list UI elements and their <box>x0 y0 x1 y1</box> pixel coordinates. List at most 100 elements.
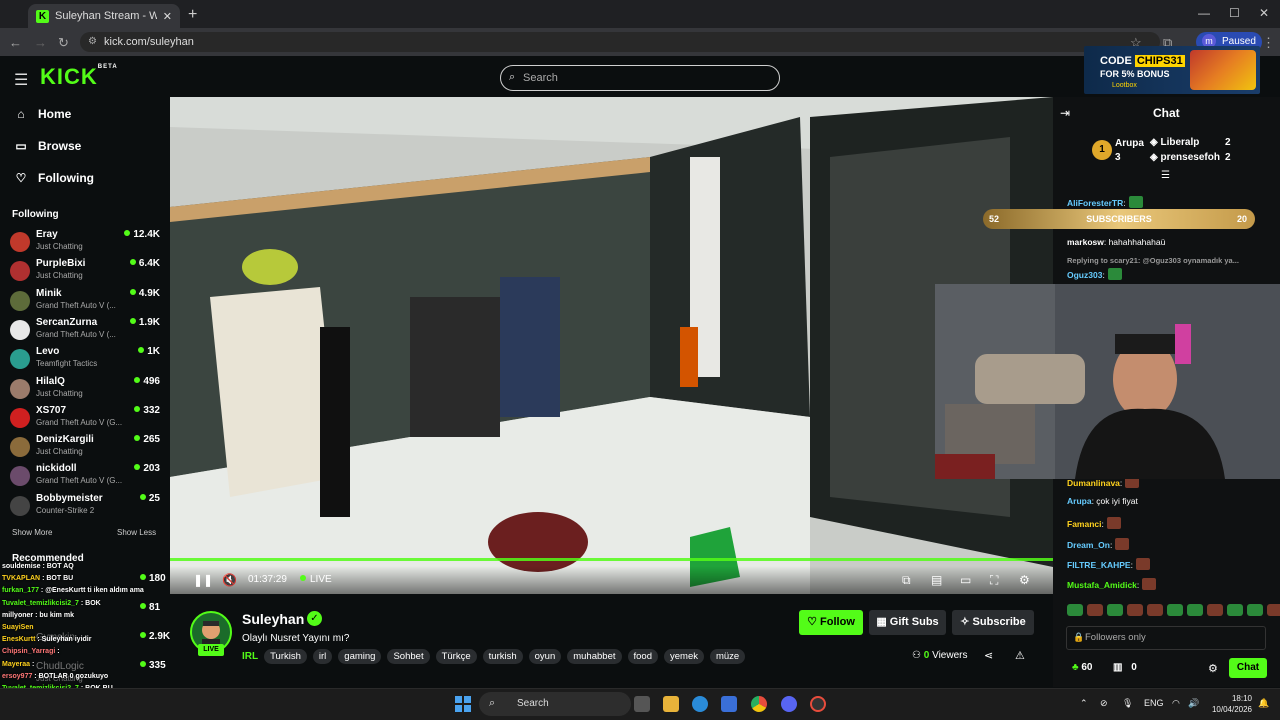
new-tab-icon[interactable]: + <box>188 6 197 24</box>
settings-gear-icon[interactable]: ⚙ <box>1019 573 1030 587</box>
task-view-icon[interactable] <box>634 696 650 712</box>
following-item[interactable]: nickidoll Grand Theft Auto V (G... 203 <box>10 463 160 491</box>
report-icon[interactable]: ⚠ <box>1015 649 1025 662</box>
chat-send-button[interactable]: Chat <box>1229 658 1267 678</box>
chat-username[interactable]: FILTRE_KAHPE <box>1067 560 1131 570</box>
following-item[interactable]: Eray Just Chatting 12.4K <box>10 229 160 257</box>
expand-leaderboard-icon[interactable]: ☰ <box>1161 170 1170 181</box>
search-input[interactable]: Search <box>500 65 780 91</box>
taskbar-search[interactable]: Search <box>479 692 631 716</box>
following-item[interactable]: DenizKargili Just Chatting 265 <box>10 434 160 462</box>
tag-chip[interactable]: food <box>627 649 658 664</box>
category-link[interactable]: IRL <box>242 651 258 662</box>
following-item[interactable]: XS707 Grand Theft Auto V (G... 332 <box>10 405 160 433</box>
gift-subs-button[interactable]: ▦ Gift Subs <box>869 610 946 635</box>
following-item[interactable]: SercanZurna Grand Theft Auto V (... 1.9K <box>10 317 160 345</box>
wifi-icon[interactable]: ◠ <box>1172 698 1180 709</box>
show-less-button[interactable]: Show Less <box>117 528 156 537</box>
kick-logo[interactable]: KICKBETA <box>40 64 118 90</box>
stream-tags: IRL Turkish irl gaming Sohbet Türkçe turkish oy… <box>242 649 746 664</box>
file-explorer-icon[interactable] <box>663 696 679 712</box>
following-item[interactable]: HilalQ Just Chatting 496 <box>10 376 160 404</box>
app-icon[interactable] <box>810 696 826 712</box>
back-icon[interactable]: ← <box>9 35 22 50</box>
address-bar[interactable]: kick.com/suleyhan <box>80 32 1160 52</box>
video-progress-bar[interactable] <box>170 558 1053 561</box>
chat-username[interactable]: markosw <box>1067 237 1104 247</box>
clip-icon[interactable]: ▤ <box>931 573 942 587</box>
show-more-button[interactable]: Show More <box>12 528 52 537</box>
microphone-icon[interactable]: 🎙 <box>1122 698 1133 709</box>
tag-chip[interactable]: Sohbet <box>387 649 430 664</box>
chat-username[interactable]: Arupa <box>1067 496 1092 506</box>
subscribe-button[interactable]: ✧ Subscribe <box>952 610 1034 635</box>
chat-username[interactable]: Oguz303 <box>1067 270 1102 280</box>
channel-name[interactable]: Suleyhan <box>242 611 304 627</box>
fullscreen-icon[interactable]: ⛶ <box>990 573 998 588</box>
maximize-icon[interactable]: ☐ <box>1229 6 1240 20</box>
mute-icon[interactable]: 🔇 <box>222 573 237 587</box>
forward-icon[interactable]: → <box>34 35 47 50</box>
close-window-icon[interactable]: ✕ <box>1259 6 1269 20</box>
chat-username[interactable]: Replying to scary21: @Oguz303 oynamadık … <box>1067 256 1239 265</box>
leaderboard-name[interactable]: ◈ Liberalp <box>1150 137 1199 148</box>
emote-bar[interactable] <box>1067 604 1280 616</box>
discord-icon[interactable] <box>781 696 797 712</box>
tag-chip[interactable]: irl <box>312 649 333 664</box>
store-icon[interactable] <box>721 696 737 712</box>
notification-icon[interactable]: 🔔 <box>1258 698 1269 709</box>
pause-icon[interactable]: ❚❚ <box>193 573 213 587</box>
emote-icon <box>1115 538 1130 550</box>
share-icon[interactable]: ⋖ <box>984 649 993 662</box>
start-icon[interactable] <box>455 696 471 712</box>
language-indicator[interactable]: ENG <box>1144 698 1164 708</box>
chat-input[interactable]: Followers only <box>1066 626 1266 650</box>
nav-following[interactable]: ♡ Following <box>14 171 94 185</box>
collapse-chat-icon[interactable]: ⇥ <box>1060 106 1070 120</box>
follow-button[interactable]: ♡ Follow <box>799 610 863 635</box>
following-item[interactable]: Minik Grand Theft Auto V (... 4.9K <box>10 288 160 316</box>
chat-username[interactable]: Dream_On <box>1067 540 1110 550</box>
gifts-count[interactable]: ▥ 0 <box>1113 662 1137 673</box>
minimize-icon[interactable]: — <box>1198 6 1210 20</box>
pip-icon[interactable]: ⧉ <box>902 573 911 588</box>
following-item[interactable]: Bobbymeister Counter-Strike 2 25 <box>10 493 160 521</box>
tag-chip[interactable]: muhabbet <box>567 649 622 664</box>
chat-username[interactable]: AliForesterTR <box>1067 198 1123 208</box>
tag-chip[interactable]: oyun <box>528 649 562 664</box>
site-info-icon[interactable]: ⚙ <box>88 36 97 47</box>
video-player[interactable] <box>170 97 1053 594</box>
browser-menu-icon[interactable]: ⋮ <box>1262 35 1275 51</box>
tag-chip[interactable]: Turkish <box>264 649 307 664</box>
chat-username[interactable]: Mustafa_Amidick <box>1067 580 1137 590</box>
following-item[interactable]: PurpleBixi Just Chatting 6.4K <box>10 258 160 286</box>
tag-chip[interactable]: yemek <box>664 649 704 664</box>
close-tab-icon[interactable]: ✕ <box>163 10 172 23</box>
edge-icon[interactable] <box>692 696 708 712</box>
tag-chip[interactable]: turkish <box>482 649 523 664</box>
chrome-icon[interactable] <box>751 696 767 712</box>
recommended-name[interactable]: ChudLogic <box>36 661 84 672</box>
reload-icon[interactable]: ↻ <box>58 35 69 51</box>
taskbar-clock[interactable]: 18:10 10/04/2026 <box>1208 693 1252 715</box>
leaderboard-name[interactable]: ◈ prensesefoh <box>1150 152 1220 163</box>
volume-icon[interactable]: 🔊 <box>1188 698 1199 709</box>
chat-settings-icon[interactable]: ⚙ <box>1208 662 1218 675</box>
tag-chip[interactable]: Türkçe <box>435 649 477 664</box>
channel-points[interactable]: ♣ 60 <box>1072 662 1092 673</box>
ad-banner[interactable]: CODE CHIPS31 FOR 5% BONUS Lootbox <box>1084 46 1260 94</box>
chat-username[interactable]: Famanci <box>1067 519 1102 529</box>
nav-browse[interactable]: ▭ Browse <box>14 139 81 153</box>
nav-home[interactable]: ⌂ Home <box>14 107 71 121</box>
mic-off-icon[interactable]: ⊘ <box>1100 698 1108 709</box>
tag-chip[interactable]: gaming <box>338 649 382 664</box>
theater-mode-icon[interactable]: ▭ <box>960 573 971 587</box>
leaderboard-name[interactable]: Arupa <box>1115 138 1144 149</box>
chat-username[interactable]: Dumanlinava <box>1067 478 1120 488</box>
hamburger-menu-icon[interactable]: ☰ <box>14 70 28 90</box>
tag-chip[interactable]: müze <box>709 649 746 664</box>
channel-avatar <box>10 378 30 399</box>
tray-overflow-icon[interactable]: ⌃ <box>1080 698 1088 709</box>
browser-tab[interactable]: K Suleyhan Stream - Watch Live o ✕ <box>28 4 180 28</box>
following-item[interactable]: Levo Teamfight Tactics 1K <box>10 346 160 374</box>
